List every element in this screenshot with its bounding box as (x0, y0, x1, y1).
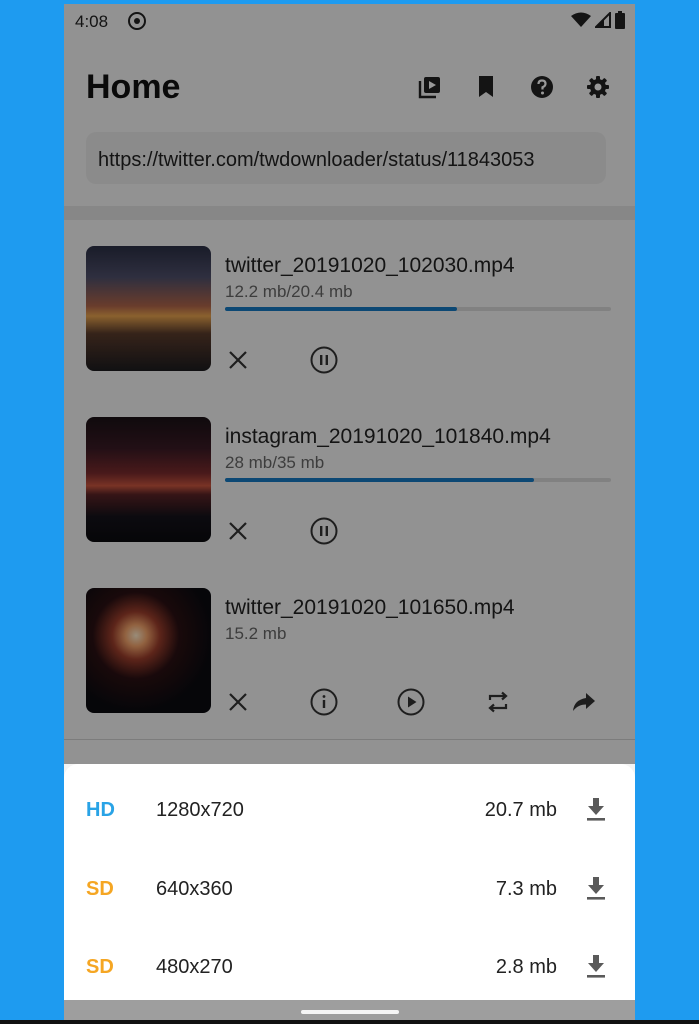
progress-bar (225, 307, 611, 311)
quality-badge: SD (86, 878, 114, 900)
progress-bar (225, 478, 611, 482)
bookmark-icon[interactable] (471, 72, 501, 102)
home-handle[interactable] (301, 1010, 399, 1014)
file-size-label: 20.7 mb (484, 799, 557, 821)
resolution-label: 640x360 (156, 878, 233, 900)
close-icon[interactable] (221, 685, 255, 719)
file-size-label: 7.3 mb (495, 878, 557, 900)
file-name: twitter_20191020_101650.mp4 (225, 596, 515, 619)
download-item[interactable]: twitter_20191020_101650.mp4 15.2 mb (86, 588, 616, 728)
resolution-label: 1280x720 (156, 799, 244, 821)
play-icon[interactable] (394, 685, 428, 719)
repost-icon[interactable] (481, 685, 515, 719)
progress-fill (225, 307, 457, 311)
info-icon[interactable] (307, 685, 341, 719)
status-time: 4:08 (75, 12, 109, 31)
toolbar (415, 72, 613, 102)
quality-option-hd[interactable]: HD 1280x720 20.7 mb (64, 772, 635, 842)
section-divider (64, 206, 635, 220)
video-thumbnail (86, 246, 211, 371)
file-name: twitter_20191020_102030.mp4 (225, 254, 515, 277)
quality-bottom-sheet: HD 1280x720 20.7 mb SD 640x360 7.3 mb SD… (64, 764, 635, 1000)
phone-screen: 4:08 Home https://twitter.com/twdownload… (64, 4, 635, 1024)
progress-fill (225, 478, 534, 482)
download-icon[interactable] (581, 794, 611, 824)
quality-option-sd[interactable]: SD 640x360 7.3 mb (64, 851, 635, 921)
file-size: 15.2 mb (225, 624, 287, 643)
page-title: Home (86, 68, 181, 106)
file-size: 28 mb/35 mb (225, 453, 325, 472)
screen-bottom-edge (0, 1020, 699, 1024)
settings-icon[interactable] (583, 72, 613, 102)
signal-icon (595, 12, 611, 28)
quality-badge: SD (86, 956, 114, 978)
resolution-label: 480x270 (156, 956, 233, 978)
download-item[interactable]: instagram_20191020_101840.mp4 28 mb/35 m… (86, 417, 616, 557)
quality-option-sd[interactable]: SD 480x270 2.8 mb (64, 929, 635, 999)
wifi-icon (571, 12, 591, 27)
url-input[interactable]: https://twitter.com/twdownloader/status/… (86, 132, 606, 184)
close-icon[interactable] (221, 343, 255, 377)
help-icon[interactable] (527, 72, 557, 102)
quality-badge: HD (86, 799, 115, 821)
video-thumbnail (86, 417, 211, 542)
list-divider (64, 739, 635, 740)
file-name: instagram_20191020_101840.mp4 (225, 425, 551, 448)
file-size: 12.2 mb/20.4 mb (225, 282, 353, 301)
status-icons (571, 11, 625, 29)
notification-icon (128, 12, 146, 30)
download-item[interactable]: twitter_20191020_102030.mp4 12.2 mb/20.4… (86, 246, 616, 386)
battery-icon (615, 11, 625, 29)
status-bar: 4:08 (64, 4, 635, 38)
file-size-label: 2.8 mb (495, 956, 557, 978)
pause-icon[interactable] (307, 514, 341, 548)
pause-icon[interactable] (307, 343, 341, 377)
video-library-icon[interactable] (415, 72, 445, 102)
download-icon[interactable] (581, 873, 611, 903)
share-icon[interactable] (567, 685, 601, 719)
video-thumbnail (86, 588, 211, 713)
close-icon[interactable] (221, 514, 255, 548)
download-icon[interactable] (581, 951, 611, 981)
